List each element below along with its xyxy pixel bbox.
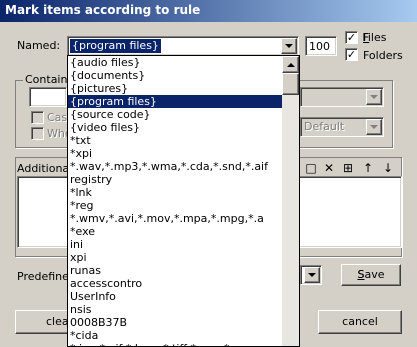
dropdown-option[interactable]: *xpi — [68, 147, 282, 160]
scroll-up-button[interactable] — [282, 56, 299, 73]
dropdown-option[interactable]: {source code} — [68, 108, 282, 121]
dropdown-option[interactable]: {audio files} — [68, 56, 282, 69]
predefined-dropdown-button[interactable] — [304, 267, 320, 283]
predefined-label: Predefine — [17, 270, 69, 283]
new-icon[interactable]: □ — [303, 161, 319, 177]
dropdown-option[interactable]: runas — [68, 264, 282, 277]
folders-label[interactable]: Folders — [363, 49, 403, 62]
title-bar: Mark items according to rule — [0, 0, 417, 22]
contains-text-field[interactable] — [29, 87, 67, 107]
count-field[interactable]: 100 — [305, 36, 337, 56]
save-button[interactable]: SSave — [341, 264, 401, 286]
dropdown-option[interactable]: *.wmv,*.avi,*.mov,*.mpa,*.mpg,*.a — [68, 212, 282, 225]
dropdown-option[interactable]: ini — [68, 238, 282, 251]
dropdown-option[interactable]: *cida — [68, 329, 282, 342]
properties-icon[interactable]: ⊞ — [340, 161, 356, 177]
additional-group-label: Additiona — [17, 162, 70, 175]
dropdown-option[interactable]: {pictures} — [68, 82, 282, 95]
contains-group-label: Contain — [23, 73, 70, 86]
case-checkbox[interactable] — [31, 111, 44, 124]
folders-checkbox[interactable]: ✓ — [345, 48, 358, 61]
chevron-down-icon — [308, 273, 316, 277]
case-label: Cas — [47, 111, 68, 124]
dropdown-option[interactable]: UserInfo — [68, 290, 282, 303]
dropdown-option[interactable]: *reg — [68, 199, 282, 212]
named-dropdown-button[interactable] — [281, 38, 297, 54]
named-combobox[interactable]: {program files} — [67, 36, 299, 56]
encoding-dropdown-button[interactable] — [366, 119, 382, 135]
dropdown-option[interactable]: *exe — [68, 225, 282, 238]
files-label[interactable]: FFiles — [362, 31, 386, 44]
dropdown-option[interactable]: *.jpg,*.gif,*.bmp,*.tiff,*.png,*.ps — [68, 342, 282, 346]
files-checkbox[interactable]: ✓ — [345, 31, 358, 44]
scroll-thumb[interactable] — [282, 73, 299, 95]
contains-options-combobox[interactable] — [300, 87, 384, 107]
delete-icon[interactable]: ✕ — [321, 161, 337, 177]
chevron-down-icon — [370, 95, 378, 99]
chevron-up-icon — [286, 62, 295, 67]
encoding-value: Default — [304, 120, 345, 133]
dropdown-option[interactable]: registry — [68, 173, 282, 186]
dropdown-option[interactable]: nsis — [68, 303, 282, 316]
contains-options-dropdown-button[interactable] — [366, 89, 382, 105]
chevron-down-icon — [285, 44, 293, 48]
dropdown-option[interactable]: {documents} — [68, 69, 282, 82]
dropdown-scrollbar[interactable] — [282, 56, 299, 346]
named-label: Named: — [17, 39, 61, 52]
move-up-icon[interactable]: ↑ — [360, 161, 376, 177]
dropdown-option[interactable]: *.wav,*.mp3,*.wma,*.cda,*.snd,*.aif — [68, 160, 282, 173]
dropdown-option[interactable]: *lnk — [68, 186, 282, 199]
dropdown-option[interactable]: accesscontro — [68, 277, 282, 290]
predefined-combobox[interactable] — [300, 265, 322, 285]
move-down-icon[interactable]: ↓ — [380, 161, 396, 177]
dropdown-option[interactable]: {program files} — [68, 95, 282, 108]
named-combobox-value[interactable]: {program files} — [69, 38, 162, 54]
cancel-button[interactable]: cancel — [318, 310, 402, 334]
dropdown-option[interactable]: 0008B37B — [68, 316, 282, 329]
whole-word-checkbox[interactable] — [31, 127, 44, 140]
dropdown-option[interactable]: {video files} — [68, 121, 282, 134]
dropdown-items: {audio files} {documents} {pictures} {progr… — [68, 56, 282, 346]
encoding-combobox[interactable]: Default — [300, 117, 384, 137]
dropdown-option[interactable]: *txt — [68, 134, 282, 147]
window-title: Mark items according to rule — [5, 3, 201, 17]
named-dropdown-list[interactable]: {audio files} {documents} {pictures} {progr… — [67, 55, 300, 347]
chevron-down-icon — [370, 125, 378, 129]
dropdown-option[interactable]: xpi — [68, 251, 282, 264]
